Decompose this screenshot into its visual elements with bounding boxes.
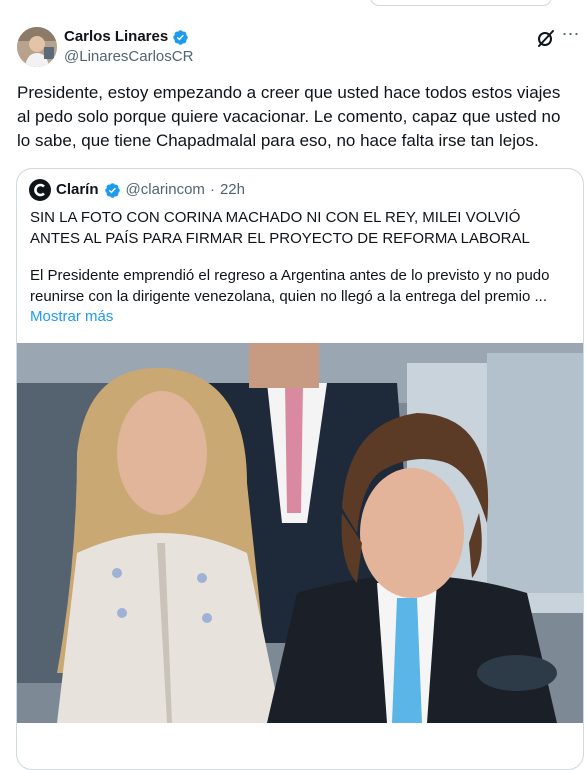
author-name-row[interactable]: Carlos Linares bbox=[64, 28, 189, 46]
quoted-tweet-card[interactable]: Clarín @clarincom · 22h SIN LA FOTO CON … bbox=[16, 168, 584, 770]
verified-badge-icon bbox=[173, 29, 188, 45]
more-icon[interactable]: ⋯ bbox=[561, 25, 581, 46]
separator-dot: · bbox=[209, 181, 215, 198]
grok-icon[interactable] bbox=[536, 28, 556, 48]
avatar[interactable] bbox=[17, 27, 57, 67]
show-more-link[interactable]: Mostrar más bbox=[30, 307, 113, 327]
quote-photo[interactable] bbox=[17, 343, 583, 723]
previous-tweet-card-edge bbox=[370, 0, 552, 6]
clarin-logo[interactable] bbox=[29, 179, 51, 201]
quote-author-name[interactable]: Clarín bbox=[56, 180, 99, 200]
quote-timestamp[interactable]: 22h bbox=[220, 180, 245, 200]
avatar-photo bbox=[17, 27, 57, 67]
author-name[interactable]: Carlos Linares bbox=[64, 28, 168, 46]
quote-headline: SIN LA FOTO CON CORINA MACHADO NI CON EL… bbox=[30, 209, 530, 247]
quote-author-handle[interactable]: @clarincom bbox=[126, 180, 205, 200]
tweet-text: Presidente, estoy empezando a creer que … bbox=[17, 83, 566, 150]
news-photo bbox=[17, 343, 583, 723]
quote-header: Clarín @clarincom · 22h bbox=[29, 179, 245, 201]
quote-summary: El Presidente emprendió el regreso a Arg… bbox=[30, 267, 550, 305]
author-handle[interactable]: @LinaresCarlosCR bbox=[64, 48, 193, 66]
verified-badge-icon bbox=[104, 182, 120, 198]
